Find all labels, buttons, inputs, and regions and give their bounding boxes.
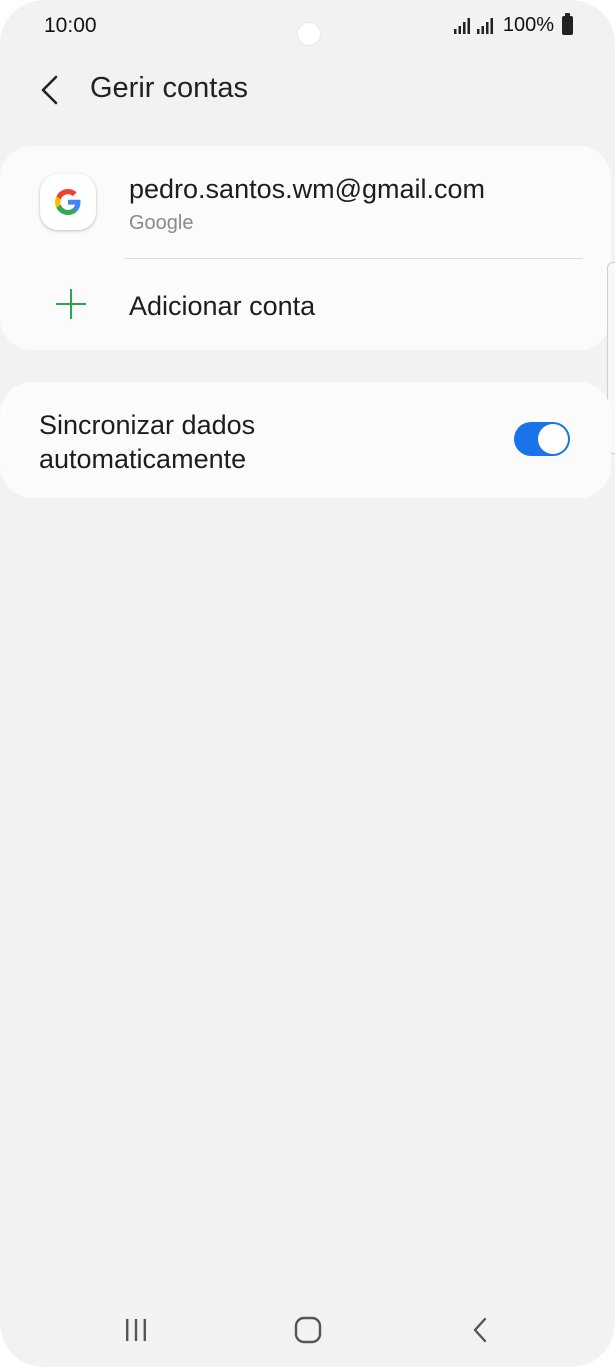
add-account-label: Adicionar conta: [129, 291, 316, 321]
front-camera: [297, 22, 321, 46]
toggle-thumb: [538, 424, 568, 454]
battery-icon: [562, 13, 573, 35]
home-icon: [294, 1316, 322, 1344]
chevron-left-icon: [41, 75, 58, 105]
phone-screen: 10:00 100% Gerir contas pedro.santos.wm@…: [0, 0, 615, 1367]
google-logo-icon: [40, 174, 96, 230]
status-bar: 10:00 100%: [0, 0, 615, 56]
battery-percent: 100%: [502, 14, 554, 36]
google-account-item[interactable]: pedro.santos.wm@gmail.com Google: [0, 146, 611, 258]
signal-icon: [453, 17, 493, 34]
back-icon: [473, 1317, 487, 1343]
app-header: Gerir contas: [0, 60, 615, 120]
plus-icon: [54, 287, 88, 321]
home-button[interactable]: [278, 1310, 338, 1350]
add-account-button[interactable]: Adicionar conta: [0, 259, 611, 350]
status-time: 10:00: [44, 14, 97, 37]
nav-back-button[interactable]: [450, 1310, 510, 1350]
back-button[interactable]: [30, 70, 70, 110]
auto-sync-label: Sincronizar dados automaticamente: [39, 410, 256, 474]
account-type: Google: [129, 212, 194, 234]
auto-sync-toggle[interactable]: [514, 422, 570, 456]
page-title: Gerir contas: [90, 72, 248, 104]
navigation-bar: [0, 1290, 615, 1367]
recent-apps-button[interactable]: [106, 1310, 166, 1350]
auto-sync-setting[interactable]: Sincronizar dados automaticamente: [0, 382, 611, 498]
account-email: pedro.santos.wm@gmail.com: [129, 174, 486, 204]
accounts-card: pedro.santos.wm@gmail.com Google Adicion…: [0, 146, 611, 350]
sync-card: Sincronizar dados automaticamente: [0, 382, 611, 498]
status-indicators: 100%: [453, 13, 573, 37]
recent-apps-icon: [126, 1319, 146, 1341]
